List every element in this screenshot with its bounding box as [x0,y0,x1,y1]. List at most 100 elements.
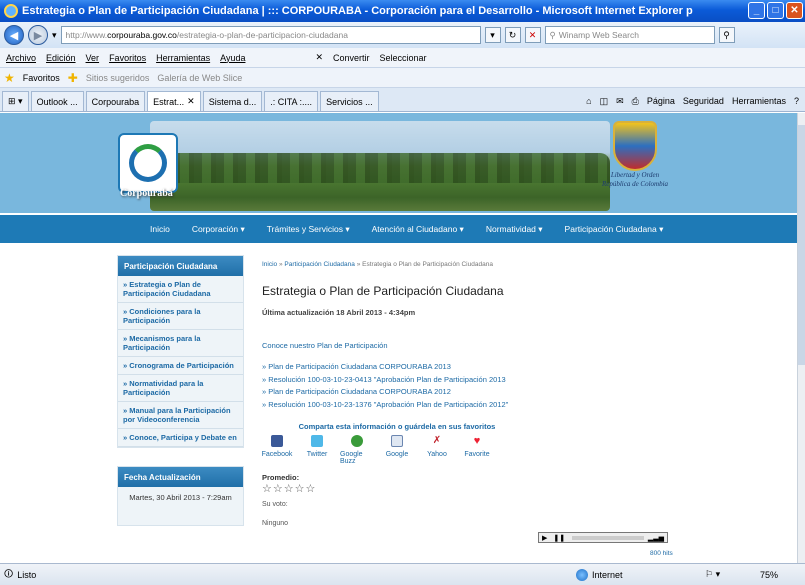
nav-participacion[interactable]: Participación Ciudadana ▾ [565,224,664,235]
favorites-star-icon: ★ [4,70,15,85]
web-page: Corpourabá Libertad y Orden República de… [0,113,797,563]
share-favorite[interactable]: ♥ Favorite [460,435,494,465]
menu-favoritos[interactable]: Favoritos [109,53,146,63]
sidebar-item-mecanismos[interactable]: Mecanismos para la Participación [118,330,243,357]
mail-icon[interactable]: ✉ [616,96,624,107]
document-links: Plan de Participación Ciudadana CORPOURA… [262,362,782,412]
menu-herramientas[interactable]: Herramientas [156,53,210,63]
zoom-level[interactable]: 75% [760,570,778,580]
sidebar-item-conoce[interactable]: Conoce, Participa y Debate en [118,429,243,447]
menu-bar: Archivo Edición Ver Favoritos Herramient… [0,48,805,68]
protected-mode-icon[interactable]: ⚐ ▾ [705,569,720,580]
date-title: Fecha Actualización [118,467,243,487]
corpouraba-logo[interactable] [118,133,178,193]
share-google-buzz[interactable]: Google Buzz [340,435,374,465]
share-icons: Facebook Twitter Google Buzz Google ✗ Yah… [260,435,782,465]
media-player[interactable]: ▶ ❚❚ ▂▃▅ [538,532,668,543]
stop-button[interactable]: ✕ [524,27,541,43]
globe-icon [576,568,588,581]
menu-archivo[interactable]: Archivo [6,53,36,63]
nav-corporacion[interactable]: Corporación ▾ [192,224,245,235]
trees-decoration [150,153,610,183]
tab-sistema[interactable]: Sistema d... [202,91,263,111]
sidebar-item-manual[interactable]: Manual para la Participación por Videoco… [118,402,243,429]
colombia-shield: Libertad y Orden República de Colombia [600,121,670,201]
back-button[interactable]: ◀ [4,25,24,45]
share-google[interactable]: Google [380,435,414,465]
menu-ver[interactable]: Ver [86,53,100,63]
logo-text: Corpourabá [120,188,173,199]
tab-outlook[interactable]: Outlook ... [30,91,84,111]
crumb-mid[interactable]: Participación Ciudadana [284,261,354,268]
home-icon[interactable]: ⌂ [586,96,591,106]
galeria-web-slice-link[interactable]: Galería de Web Slice [157,73,242,83]
favoritos-button[interactable]: Favoritos [23,73,60,83]
nav-normatividad[interactable]: Normatividad ▾ [486,224,543,235]
menu-ayuda[interactable]: Ayuda [220,53,245,63]
nav-inicio[interactable]: Inicio [150,224,170,234]
link-plan-2012[interactable]: Plan de Participación Ciudadana CORPOURA… [262,387,782,400]
crumb-home[interactable]: Inicio [262,261,277,268]
rating-label: Promedio: [262,473,300,482]
share-facebook[interactable]: Facebook [260,435,294,465]
tab-estrategia[interactable]: Estrat... ✕ [147,91,201,111]
link-resolucion-2013[interactable]: Resolución 100-03-10-23-0413 "Aprobación… [262,375,782,388]
search-input[interactable]: ⚲ Winamp Web Search [544,26,715,44]
print-icon[interactable]: ⎙ [632,96,639,107]
tab-bar: ⊞ ▾ Outlook ... Corpouraba Estrat... ✕ S… [0,88,805,112]
link-plan-2013[interactable]: Plan de Participación Ciudadana CORPOURA… [262,362,782,375]
nav-atencion[interactable]: Atención al Ciudadano ▾ [372,224,464,235]
vertical-scrollbar[interactable] [797,113,805,563]
menu-edicion[interactable]: Edición [46,53,76,63]
share-yahoo[interactable]: ✗ Yahoo [420,435,454,465]
player-progress[interactable] [572,535,644,540]
herramientas-menu[interactable]: Herramientas [732,96,786,106]
site-banner: Corpourabá Libertad y Orden República de… [0,113,797,213]
link-resolucion-2012[interactable]: Resolución 100-03-10-23-1376 "Aprobación… [262,400,782,413]
sitios-sugeridos-link[interactable]: Sitios sugeridos [86,73,150,83]
nav-tramites[interactable]: Trámites y Servicios ▾ [267,224,350,235]
crumb-current: Estrategia o Plan de Participación Ciuda… [362,261,493,268]
feeds-icon[interactable]: ◫ [600,96,609,107]
yahoo-icon: ✗ [431,435,443,447]
minimize-button[interactable]: _ [748,2,765,19]
ie-logo-icon [4,4,18,18]
tab-corpouraba[interactable]: Corpouraba [85,91,146,111]
refresh-button[interactable]: ↻ [504,27,521,43]
search-button[interactable]: ⚲ [718,27,735,43]
hits-counter: 800 hits [650,550,673,557]
seleccionar-button[interactable]: Seleccionar [380,53,427,63]
url-input[interactable]: http://www. corpouraba.gov.co/estrategia-… [60,26,481,44]
forward-button[interactable]: ▶ [28,25,48,45]
search-icon: ⚲ [549,29,556,40]
close-toolbar-icon[interactable]: ✕ [315,52,323,63]
window-title: Estrategia o Plan de Participación Ciuda… [22,5,693,17]
tab-servicios[interactable]: Servicios ... [320,91,379,111]
seguridad-menu[interactable]: Seguridad [683,96,724,106]
close-tab-icon[interactable]: ✕ [187,96,195,107]
sidebar-item-estrategia[interactable]: Estrategia o Plan de Participación Ciuda… [118,276,243,303]
tab-cita[interactable]: .: CITA :.... [264,91,319,111]
share-twitter[interactable]: Twitter [300,435,334,465]
scrollbar-thumb[interactable] [798,125,805,365]
add-favorite-icon[interactable]: ✚ [68,71,78,85]
rating-stars[interactable]: ☆☆☆☆☆ [262,482,782,495]
play-icon[interactable]: ▶ [539,534,550,542]
close-button[interactable]: ✕ [786,2,803,19]
last-updated: Última actualización 18 Abril 2013 - 4:3… [262,308,416,317]
sidebar-item-condiciones[interactable]: Condiciones para la Participación [118,303,243,330]
su-voto-label: Su voto: [262,501,288,508]
compat-view-button[interactable]: ▾ [484,27,501,43]
pause-icon[interactable]: ❚❚ [550,534,568,542]
dropdown-icon[interactable]: ▾ [52,30,57,41]
volume-icon[interactable]: ▂▃▅ [648,534,667,542]
pagina-menu[interactable]: Página [647,96,675,106]
sidebar-item-normatividad[interactable]: Normatividad para la Participación [118,375,243,402]
site-nav: Inicio Corporación ▾ Trámites y Servicio… [0,215,797,243]
sidebar-item-cronograma[interactable]: Cronograma de Participación [118,357,243,375]
tab-quick-tabs[interactable]: ⊞ ▾ [2,91,29,111]
sidebar: Participación Ciudadana Estrategia o Pla… [117,255,244,526]
maximize-button[interactable]: □ [767,2,784,19]
help-icon[interactable]: ? [794,96,799,106]
convertir-button[interactable]: Convertir [333,53,370,63]
